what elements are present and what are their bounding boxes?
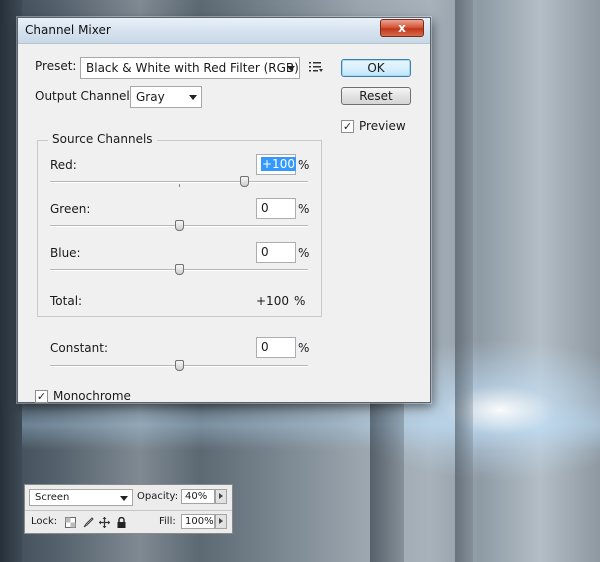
total-percent-unit: % [294, 294, 306, 308]
blue-percent-unit: % [298, 246, 310, 260]
channel-mixer-dialog: Channel Mixer x Preset: Black & White wi… [17, 17, 431, 403]
opacity-label: Opacity: [137, 491, 179, 502]
output-channel-value: Gray [136, 90, 165, 104]
blue-label: Blue: [50, 246, 81, 260]
red-percent-unit: % [298, 158, 310, 172]
dialog-title: Channel Mixer [25, 23, 111, 37]
output-channel-label: Output Channel: [35, 89, 134, 103]
blue-input[interactable]: 0 [256, 242, 296, 263]
total-value: +100 [256, 294, 289, 308]
blue-value: 0 [261, 245, 269, 259]
green-slider-thumb[interactable] [175, 220, 184, 231]
fill-label: Fill: [159, 516, 176, 527]
green-label: Green: [50, 202, 91, 216]
source-channels-legend: Source Channels [48, 132, 157, 146]
constant-value: 0 [261, 340, 269, 354]
green-percent-unit: % [298, 202, 310, 216]
blue-slider-thumb[interactable] [175, 264, 184, 275]
fill-input[interactable]: 100% [181, 514, 215, 529]
output-channel-select[interactable]: Gray [130, 86, 202, 108]
monochrome-checkbox[interactable]: ✓ [35, 390, 48, 403]
lock-position-icon[interactable] [99, 517, 110, 528]
preset-select[interactable]: Black & White with Red Filter (RGB) [80, 57, 300, 79]
lock-all-icon[interactable] [116, 517, 127, 528]
fill-value: 100% [185, 516, 214, 527]
constant-input[interactable]: 0 [256, 337, 296, 358]
tree-trunk [455, 0, 473, 562]
opacity-value: 40% [185, 491, 208, 502]
constant-percent-unit: % [298, 341, 310, 355]
check-icon: ✓ [342, 120, 353, 133]
blend-mode-value: Screen [35, 492, 70, 503]
dialog-body: Preset: Black & White with Red Filter (R… [18, 45, 430, 403]
chevron-down-icon [287, 66, 295, 71]
tree-trunk [370, 400, 404, 562]
lock-label: Lock: [31, 516, 58, 527]
constant-label: Constant: [50, 341, 108, 355]
constant-slider-thumb[interactable] [175, 360, 184, 371]
check-icon: ✓ [36, 390, 47, 403]
blend-mode-select[interactable]: Screen [29, 489, 133, 506]
red-label: Red: [50, 158, 77, 172]
ok-button[interactable]: OK [341, 59, 411, 77]
chevron-down-icon [189, 95, 197, 100]
preview-label: Preview [359, 119, 406, 133]
fill-slider-button[interactable] [215, 514, 227, 529]
chevron-down-icon [120, 496, 128, 501]
layers-panel-strip: Screen Opacity: 40% Lock: Fill: 100% [24, 484, 233, 534]
total-label: Total: [50, 294, 83, 308]
red-slider-track[interactable] [50, 181, 308, 183]
lock-image-pixels-icon[interactable] [83, 517, 94, 528]
preset-value: Black & White with Red Filter (RGB) [86, 61, 299, 75]
reset-button[interactable]: Reset [341, 87, 411, 105]
red-slider-center-tick [179, 184, 180, 187]
opacity-slider-button[interactable] [215, 489, 227, 504]
close-button[interactable]: x [380, 19, 424, 37]
preset-label: Preset: [35, 59, 77, 73]
title-bar[interactable]: Channel Mixer x [18, 18, 430, 44]
preview-checkbox[interactable]: ✓ [341, 120, 354, 133]
monochrome-label: Monochrome [53, 389, 131, 403]
preset-options-icon[interactable] [309, 61, 323, 73]
red-input[interactable]: +100 [256, 154, 296, 175]
divider [25, 510, 232, 511]
red-value: +100 [261, 157, 296, 171]
green-value: 0 [261, 201, 269, 215]
opacity-input[interactable]: 40% [181, 489, 215, 504]
lock-transparent-pixels-icon[interactable] [65, 517, 76, 528]
red-slider-thumb[interactable] [240, 176, 249, 187]
green-input[interactable]: 0 [256, 198, 296, 219]
